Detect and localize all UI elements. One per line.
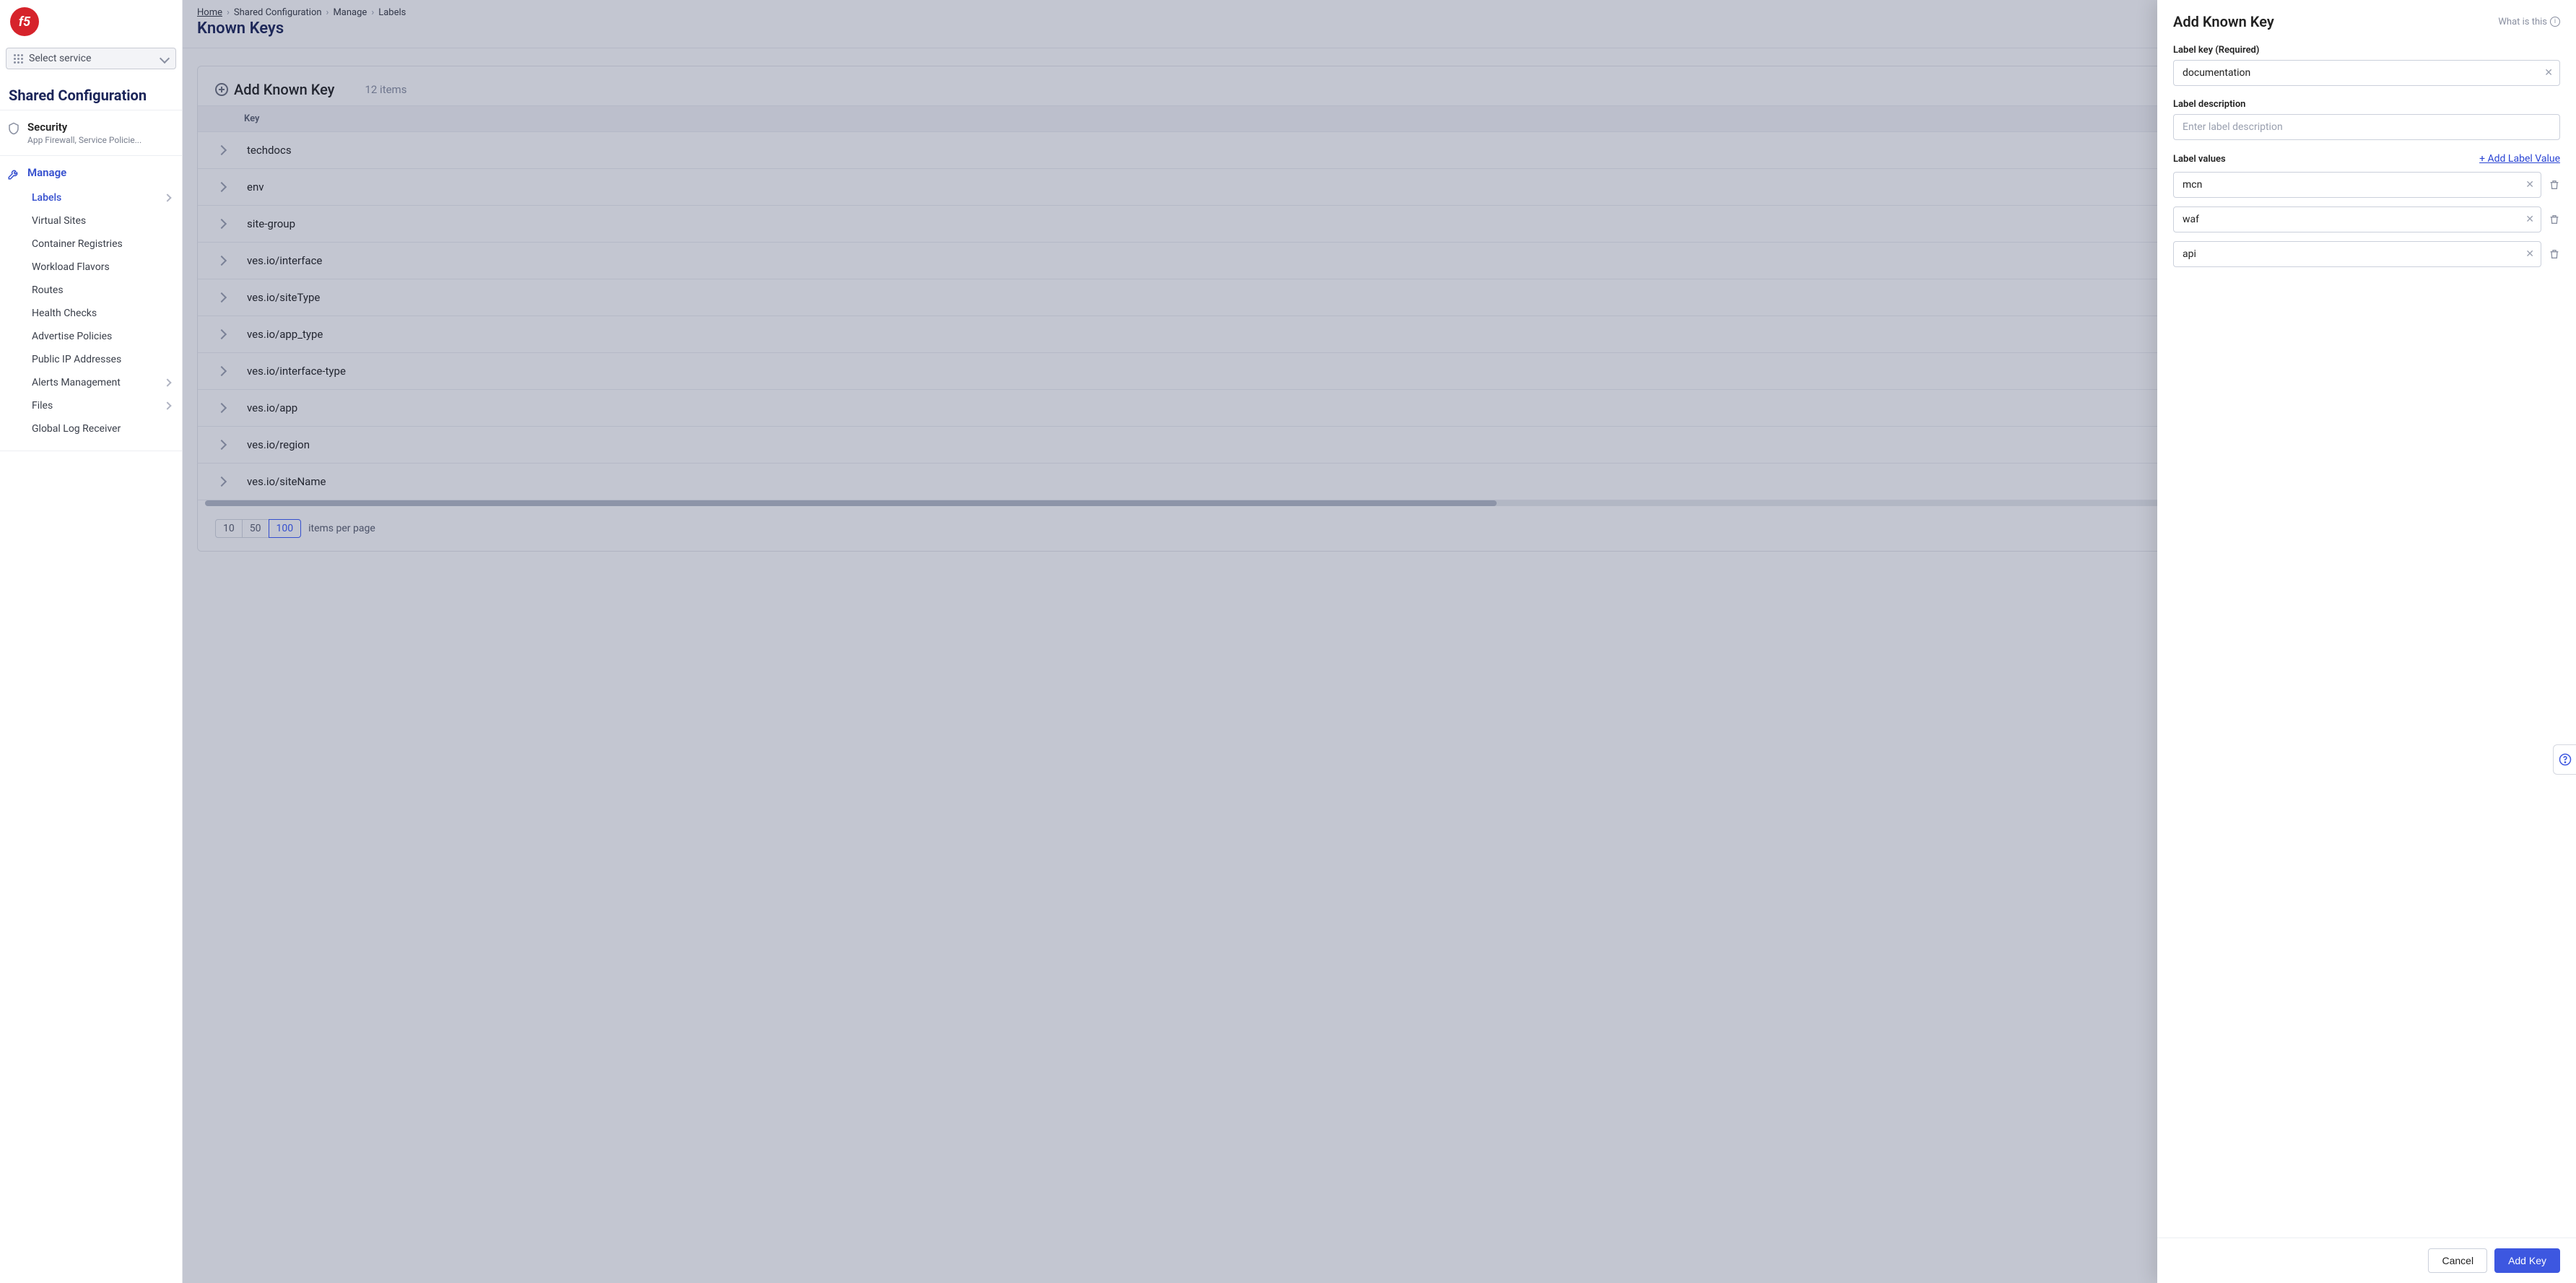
label-description-input[interactable] (2173, 114, 2560, 140)
sidebar-item-health-checks[interactable]: Health Checks (27, 302, 175, 325)
label-values-label: Label values (2173, 154, 2226, 165)
sidebar-item-advertise-policies[interactable]: Advertise Policies (27, 325, 175, 348)
nav-security-title: Security (27, 121, 142, 134)
label-value-input[interactable] (2173, 241, 2541, 267)
chevron-down-icon (160, 53, 170, 64)
nav-manage[interactable]: Manage (7, 166, 175, 181)
clear-label-key-icon[interactable]: ✕ (2544, 67, 2553, 79)
add-known-key-drawer: Add Known Key What is this i Label key (… (2157, 0, 2576, 1283)
label-key-input[interactable] (2173, 60, 2560, 86)
label-value-input[interactable] (2173, 172, 2541, 198)
drawer-title: Add Known Key (2173, 13, 2274, 30)
nav-security[interactable]: Security App Firewall, Service Policie..… (7, 121, 175, 145)
section-title: Shared Configuration (0, 77, 182, 110)
sidebar-item-container-registries[interactable]: Container Registries (27, 232, 175, 256)
label-value-input[interactable] (2173, 206, 2541, 232)
label-value-row: ✕ (2173, 206, 2560, 232)
shield-icon (7, 122, 20, 135)
add-key-button[interactable]: Add Key (2494, 1248, 2560, 1273)
sidebar-item-global-log-receiver[interactable]: Global Log Receiver (27, 417, 175, 440)
page-size-100[interactable]: 100 (269, 519, 302, 538)
cancel-button[interactable]: Cancel (2428, 1248, 2487, 1273)
what-is-this-link[interactable]: What is this i (2498, 17, 2560, 27)
sidebar-item-public-ip-addresses[interactable]: Public IP Addresses (27, 348, 175, 371)
nav-security-subtitle: App Firewall, Service Policie... (27, 135, 142, 145)
chevron-right-icon (163, 378, 171, 386)
nav-manage-title: Manage (27, 166, 66, 179)
chevron-right-icon (163, 401, 171, 409)
clear-value-icon[interactable]: ✕ (2525, 214, 2534, 225)
chevron-right-icon (163, 193, 171, 201)
service-select[interactable]: Select service (6, 48, 176, 69)
clear-value-icon[interactable]: ✕ (2525, 179, 2534, 191)
sidebar-item-routes[interactable]: Routes (27, 279, 175, 302)
label-value-row: ✕ (2173, 172, 2560, 198)
logo[interactable]: f5 (10, 7, 39, 36)
label-description-label: Label description (2173, 99, 2560, 110)
sidebar-item-files[interactable]: Files (27, 394, 175, 417)
delete-value-icon[interactable] (2549, 178, 2560, 191)
wrench-icon (7, 168, 20, 181)
info-icon: i (2550, 17, 2560, 27)
sidebar-item-workload-flavors[interactable]: Workload Flavors (27, 256, 175, 279)
grid-icon (14, 54, 23, 64)
clear-value-icon[interactable]: ✕ (2525, 248, 2534, 260)
add-label-value-link[interactable]: + Add Label Value (2479, 153, 2560, 165)
sidebar-item-alerts-management[interactable]: Alerts Management (27, 371, 175, 394)
sidebar-item-labels[interactable]: Labels (27, 186, 175, 209)
service-select-label: Select service (29, 53, 91, 64)
label-value-row: ✕ (2173, 241, 2560, 267)
delete-value-icon[interactable] (2549, 248, 2560, 261)
question-icon (2559, 753, 2572, 766)
label-key-label: Label key (Required) (2173, 45, 2560, 56)
delete-value-icon[interactable] (2549, 213, 2560, 226)
sidebar-item-virtual-sites[interactable]: Virtual Sites (27, 209, 175, 232)
help-fab[interactable] (2553, 744, 2576, 775)
